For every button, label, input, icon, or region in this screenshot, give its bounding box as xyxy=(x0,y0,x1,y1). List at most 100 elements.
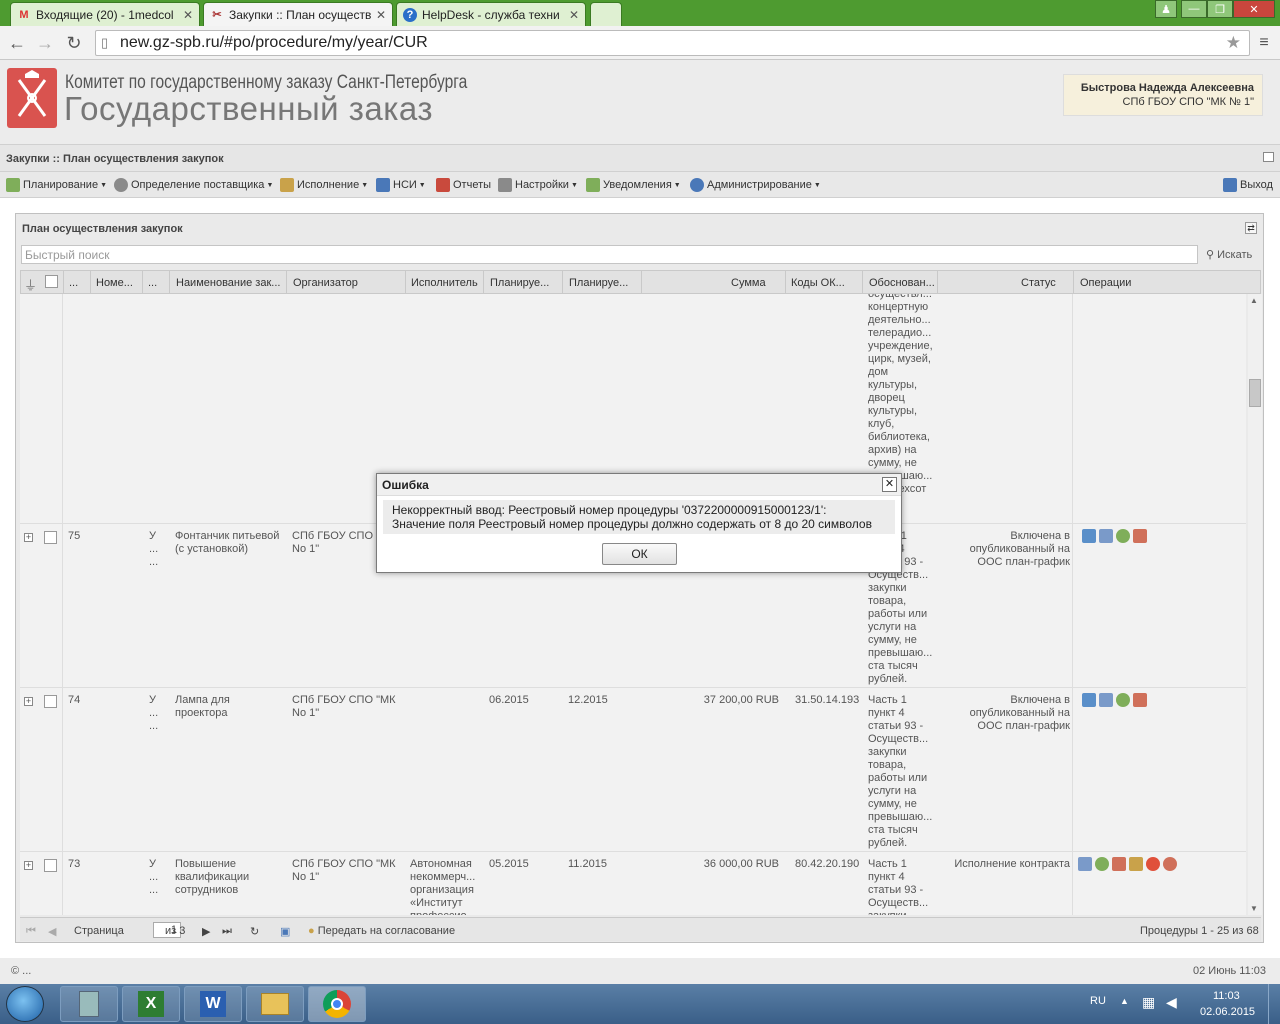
col-dots[interactable]: ... xyxy=(69,277,78,289)
menu-supplier[interactable]: Определение поставщика ▼ xyxy=(114,178,273,192)
settings-icon[interactable] xyxy=(1095,857,1109,871)
chart-icon[interactable] xyxy=(1099,693,1113,707)
menu-reports[interactable]: Отчеты xyxy=(436,178,491,192)
network-icon[interactable]: ▦ xyxy=(1142,994,1155,1011)
col-executor[interactable]: Исполнитель xyxy=(411,277,478,289)
calculator-app-button[interactable] xyxy=(60,986,118,1022)
table-row[interactable]: + 73 У ... ... Повышение квалификации со… xyxy=(20,853,1246,915)
col-number[interactable]: Номе... xyxy=(96,277,133,289)
row-checkbox[interactable] xyxy=(44,531,57,544)
row-operations xyxy=(1078,857,1177,871)
chart-icon[interactable] xyxy=(1099,529,1113,543)
users-icon[interactable] xyxy=(1163,857,1177,871)
chart-icon[interactable] xyxy=(1078,857,1092,871)
user-icon[interactable]: ♟ xyxy=(1155,0,1177,18)
expand-row-icon[interactable]: + xyxy=(24,697,33,706)
next-page-icon[interactable]: ▶ xyxy=(202,925,210,938)
tab-gmail[interactable]: M Входящие (20) - 1medcol ✕ xyxy=(10,2,200,26)
maximize-icon[interactable]: ❐ xyxy=(1207,0,1233,18)
clock-date[interactable]: 02.06.2015 xyxy=(1200,1006,1255,1018)
col-reason[interactable]: Обоснован... xyxy=(869,277,935,289)
close-tab-icon[interactable]: ✕ xyxy=(569,8,579,22)
edit-icon[interactable] xyxy=(1082,529,1096,543)
new-tab-button[interactable] xyxy=(590,2,622,26)
user-box[interactable]: Быстрова Надежда Алексеевна СПб ГБОУ СПО… xyxy=(1063,74,1263,116)
language-indicator[interactable]: RU xyxy=(1090,995,1106,1007)
delete-icon[interactable] xyxy=(1133,529,1147,543)
settings-icon[interactable] xyxy=(1116,693,1130,707)
refresh-icon[interactable]: ↻ xyxy=(250,925,259,938)
document-icon[interactable] xyxy=(1112,857,1126,871)
menu-planning[interactable]: Планирование ▼ xyxy=(6,178,107,192)
select-all-checkbox[interactable] xyxy=(45,275,58,288)
quick-search-input[interactable]: Быстрый поиск xyxy=(21,245,1198,264)
dialog-title: Ошибка xyxy=(377,474,901,496)
prev-page-icon[interactable]: ◀ xyxy=(48,925,56,938)
url-input[interactable]: ▯ new.gz-spb.ru/#po/procedure/my/year/CU… xyxy=(95,30,1250,56)
close-icon[interactable]: ✕ xyxy=(882,477,897,492)
excel-app-button[interactable]: X xyxy=(122,986,180,1022)
refresh-panel-icon[interactable]: ⇄ xyxy=(1245,222,1257,234)
delete-icon[interactable] xyxy=(1133,693,1147,707)
expand-row-icon[interactable]: + xyxy=(24,861,33,870)
start-button[interactable] xyxy=(6,986,44,1022)
ok-button[interactable]: ОК xyxy=(602,543,677,565)
explorer-app-button[interactable] xyxy=(246,986,304,1022)
show-desktop-button[interactable] xyxy=(1268,984,1280,1024)
col-organizer[interactable]: Организатор xyxy=(293,277,358,289)
tray-expand-icon[interactable]: ▲ xyxy=(1120,996,1129,1006)
col-type[interactable]: ... xyxy=(148,277,157,289)
export-icon[interactable] xyxy=(1129,857,1143,871)
menu-notifications[interactable]: Уведомления ▼ xyxy=(586,178,681,192)
reload-icon[interactable]: ↻ xyxy=(63,32,85,54)
table-row[interactable]: + 74 У ... ... Лампа для проектора СПб Г… xyxy=(20,689,1246,852)
star-icon[interactable]: ★ xyxy=(1226,31,1241,55)
col-codes[interactable]: Коды ОК... xyxy=(791,277,845,289)
planning-icon xyxy=(6,178,20,192)
row-checkbox[interactable] xyxy=(44,859,57,872)
search-button[interactable]: ⚲ Искать xyxy=(1206,248,1252,261)
collapse-icon[interactable] xyxy=(1263,152,1274,162)
word-app-button[interactable]: W xyxy=(184,986,242,1022)
chrome-app-button[interactable] xyxy=(308,986,366,1022)
book-icon xyxy=(376,178,390,192)
first-page-icon[interactable]: ⏮ xyxy=(26,925,36,938)
edit-icon[interactable] xyxy=(1082,693,1096,707)
col-sum[interactable]: Сумма xyxy=(731,277,766,289)
col-operations[interactable]: Операции xyxy=(1080,277,1131,289)
col-status[interactable]: Статус xyxy=(1021,277,1056,289)
clock-time[interactable]: 11:03 xyxy=(1213,990,1240,1002)
col-name[interactable]: Наименование зак... xyxy=(176,277,280,289)
stop-icon[interactable] xyxy=(1146,857,1160,871)
vertical-scrollbar[interactable]: ▲ ▼ xyxy=(1248,294,1262,915)
last-page-icon[interactable]: ⏭ xyxy=(222,925,232,938)
menu-nsi[interactable]: НСИ ▼ xyxy=(376,178,426,192)
forward-arrow-icon[interactable]: → xyxy=(34,32,56,54)
close-window-icon[interactable]: ✕ xyxy=(1233,0,1275,18)
col-planned-end[interactable]: Планируе... xyxy=(569,277,628,289)
save-icon[interactable]: ▣ xyxy=(280,925,290,938)
settings-icon[interactable] xyxy=(1116,529,1130,543)
menu-icon[interactable]: ≡ xyxy=(1253,32,1275,54)
scroll-down-icon[interactable]: ▼ xyxy=(1250,904,1258,913)
col-planned-start[interactable]: Планируе... xyxy=(490,277,549,289)
close-tab-icon[interactable]: ✕ xyxy=(376,8,386,22)
menu-admin[interactable]: Администрирование ▼ xyxy=(690,178,821,192)
filter-icon[interactable]: ⏚ xyxy=(24,275,37,294)
menu-execution[interactable]: Исполнение ▼ xyxy=(280,178,368,192)
expand-row-icon[interactable]: + xyxy=(24,533,33,542)
menu-settings[interactable]: Настройки ▼ xyxy=(498,178,578,192)
row-checkbox[interactable] xyxy=(44,695,57,708)
send-approval-button[interactable]: ● Передать на согласование xyxy=(308,925,455,937)
exit-button[interactable]: Выход xyxy=(1223,178,1273,192)
calculator-icon xyxy=(79,991,99,1017)
scroll-thumb[interactable] xyxy=(1249,379,1261,407)
tab-procurement[interactable]: ✂ Закупки :: План осуществ ✕ xyxy=(203,2,393,26)
close-tab-icon[interactable]: ✕ xyxy=(183,8,193,22)
tab-helpdesk[interactable]: ? HelpDesk - служба техни ✕ xyxy=(396,2,586,26)
volume-icon[interactable]: ◀ xyxy=(1166,994,1177,1011)
minimize-icon[interactable]: — xyxy=(1181,0,1207,18)
back-arrow-icon[interactable]: ← xyxy=(6,32,28,54)
browser-tab-bar: M Входящие (20) - 1medcol ✕ ✂ Закупки ::… xyxy=(0,0,1280,26)
scroll-up-icon[interactable]: ▲ xyxy=(1250,296,1258,305)
